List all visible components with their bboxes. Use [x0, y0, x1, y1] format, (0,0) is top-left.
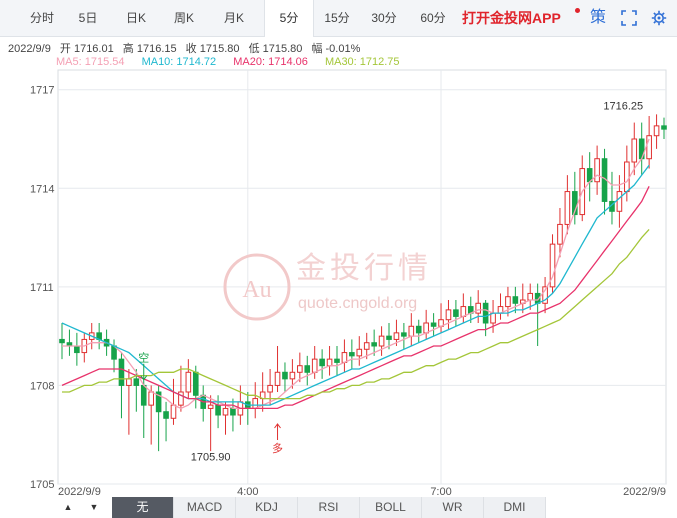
indicator-tab-6[interactable]: DMI — [484, 497, 546, 518]
candle-body — [267, 384, 273, 393]
y-tick-label: 1711 — [30, 282, 54, 294]
x-tick-label: 2022/9/9 — [623, 486, 666, 497]
candle-body — [624, 161, 630, 193]
candle-body — [192, 371, 199, 396]
candle-body — [170, 404, 177, 419]
indicator-tab-1[interactable]: MACD — [174, 497, 236, 518]
candle-body — [297, 365, 303, 373]
candle-body — [408, 325, 415, 337]
candle-body — [215, 404, 221, 416]
x-tick-label: 7:00 — [430, 486, 451, 497]
candle-body — [490, 312, 496, 324]
indicator-tab-4[interactable]: BOLL — [360, 497, 422, 518]
candle-body — [460, 306, 467, 317]
candle-body — [59, 338, 65, 344]
candle-body — [512, 296, 519, 304]
candle-body — [185, 371, 192, 393]
candle-body — [386, 335, 392, 340]
candle-body — [423, 322, 429, 334]
candle-body — [616, 191, 623, 212]
candle-body — [557, 223, 563, 245]
candle-body — [453, 309, 459, 317]
candle-body — [371, 342, 377, 347]
y-tick-label: 1717 — [30, 85, 54, 97]
high-annotation: 1716.25 — [603, 100, 643, 112]
candle-body — [393, 332, 400, 340]
candle-body — [430, 322, 437, 327]
watermark-url: quote.cngold.org — [298, 295, 417, 312]
low-annotation: 1705.90 — [191, 451, 231, 463]
candle-body — [282, 371, 288, 380]
candle-body — [661, 125, 667, 130]
candle-body — [527, 292, 534, 301]
candle-body — [482, 302, 489, 324]
candle-body — [274, 371, 281, 386]
candle-body — [74, 345, 80, 354]
candle-body — [222, 407, 229, 416]
x-tick-label: 4:00 — [237, 486, 258, 497]
candle-body — [445, 309, 452, 321]
candle-body — [252, 398, 259, 409]
candle-body — [401, 332, 407, 337]
buy-signal-label: 多 — [272, 441, 283, 455]
y-tick-label: 1708 — [30, 380, 54, 392]
candle-body — [594, 158, 600, 183]
candle-body — [207, 404, 214, 409]
candle-body — [133, 378, 140, 386]
candle-body — [349, 352, 355, 357]
candle-body — [341, 352, 348, 363]
indicator-tab-0[interactable]: 无 — [112, 497, 174, 518]
candle-body — [311, 358, 318, 373]
scroll-down-icon[interactable]: ▼ — [86, 499, 102, 515]
candle-body — [505, 296, 511, 308]
candle-body — [356, 348, 363, 357]
candle-body — [304, 365, 311, 373]
candle-body — [378, 335, 385, 347]
y-tick-label: 1705 — [30, 479, 54, 491]
candle-body — [118, 358, 125, 386]
watermark-text: 金投行情 — [296, 251, 432, 286]
sell-signal-label: 空 — [138, 351, 149, 365]
candle-body — [230, 407, 236, 416]
candle-body — [126, 378, 132, 386]
candle-body — [363, 342, 370, 350]
watermark-logo-text: Au — [242, 277, 271, 303]
candle-body — [631, 138, 638, 163]
candle-body — [415, 325, 422, 334]
indicator-tab-5[interactable]: WR — [422, 497, 484, 518]
candle-body — [163, 411, 169, 419]
scroll-up-icon[interactable]: ▲ — [60, 499, 76, 515]
candle-body — [148, 391, 154, 406]
candle-body — [475, 302, 482, 314]
indicator-tab-3[interactable]: RSI — [298, 497, 360, 518]
candlestick-chart[interactable]: 1717 1714 1711 1708 1705 2022/9/9 4:00 7:00 2022… — [0, 0, 677, 497]
candle-body — [334, 358, 340, 363]
candle-body — [319, 358, 325, 367]
y-tick-label: 1714 — [30, 183, 54, 195]
candle-body — [140, 384, 147, 406]
indicator-tab-2[interactable]: KDJ — [236, 497, 298, 518]
candle-body — [564, 191, 571, 225]
candle-body — [289, 371, 296, 380]
candle-body — [326, 358, 333, 367]
candle-body — [653, 125, 660, 137]
x-tick-label: 2022/9/9 — [58, 486, 101, 497]
